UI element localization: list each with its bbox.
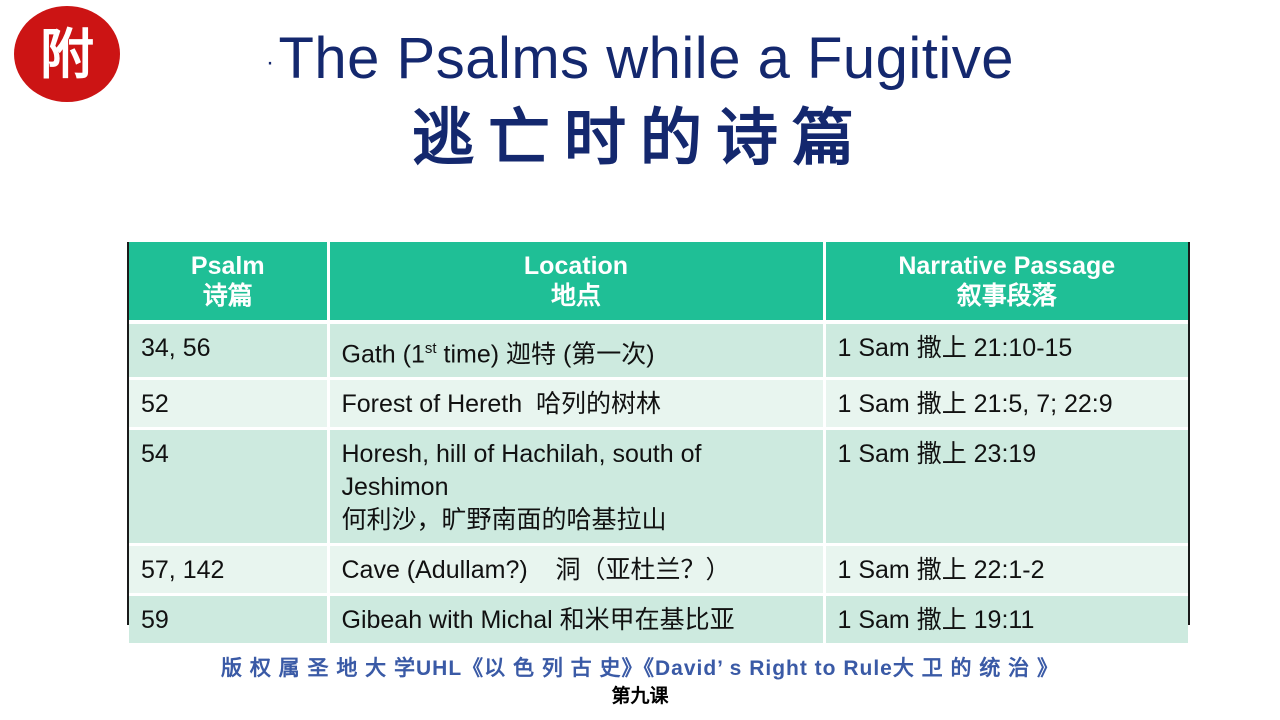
cell-location: Gath (1st time) 迦特 (第一次) — [328, 322, 826, 381]
table-row: 59 Gibeah with Michal 和米甲在基比亚 1 Sam 撒上 1… — [129, 594, 1188, 647]
cell-location: Gibeah with Michal 和米甲在基比亚 — [328, 594, 826, 647]
cell-location: Horesh, hill of Hachilah, south of Jeshi… — [328, 428, 826, 547]
column-header-location: Location 地点 — [328, 242, 826, 324]
cell-passage: 1 Sam 撒上 21:10-15 — [824, 322, 1188, 381]
table-row: 52 Forest of Hereth 哈列的树林 1 Sam 撒上 21:5,… — [129, 378, 1188, 431]
table-row: 54 Horesh, hill of Hachilah, south of Je… — [129, 428, 1188, 547]
cell-psalm: 59 — [129, 594, 330, 647]
column-header-passage: Narrative Passage 叙事段落 — [824, 242, 1188, 324]
location-line-2: Jeshimon — [341, 473, 449, 502]
title-english-line: ·The Psalms while a Fugitive — [0, 24, 1280, 98]
slide-title: ·The Psalms while a Fugitive 逃亡时的诗篇 — [0, 24, 1280, 178]
copyright-footer: 版 权 属 圣 地 大 学UHL《以 色 列 古 史》《David’ s Rig… — [220, 657, 1060, 680]
cell-passage: 1 Sam 撒上 22:1-2 — [824, 544, 1188, 597]
cell-psalm: 57, 142 — [129, 544, 330, 597]
table-row: 34, 56 Gath (1st time) 迦特 (第一次) 1 Sam 撒上… — [129, 322, 1188, 381]
cell-psalm: 34, 56 — [129, 322, 330, 381]
cell-passage: 1 Sam 撒上 19:11 — [824, 594, 1188, 647]
cell-psalm: 54 — [129, 428, 330, 547]
table-row: 57, 142 Cave (Adullam?) 洞（亚杜兰？） 1 Sam 撒上… — [129, 544, 1188, 597]
psalms-table: Psalm 诗篇 Location 地点 Narrative Passage 叙… — [129, 242, 1188, 647]
column-header-passage-en: Narrative Passage — [898, 252, 1116, 280]
column-header-passage-zh: 叙事段落 — [956, 282, 1057, 310]
column-header-psalm-zh: 诗篇 — [202, 282, 253, 310]
cell-passage: 1 Sam 撒上 21:5, 7; 22:9 — [824, 378, 1188, 431]
cell-psalm: 52 — [129, 378, 330, 431]
location-text-rest: time) 迦特 (第一次) — [436, 340, 655, 369]
column-header-psalm: Psalm 诗篇 — [129, 242, 330, 324]
title-english: The Psalms while a Fugitive — [278, 26, 1015, 91]
title-chinese: 逃亡时的诗篇 — [411, 100, 868, 174]
lesson-label: 第九课 — [611, 686, 669, 707]
table-header-row: Psalm 诗篇 Location 地点 Narrative Passage 叙… — [129, 242, 1188, 324]
column-header-psalm-en: Psalm — [190, 252, 265, 280]
location-line-3: 何利沙，旷野南面的哈基拉山 — [341, 506, 667, 535]
column-header-location-zh: 地点 — [550, 282, 601, 310]
location-text: Gath (1 — [341, 340, 425, 369]
cell-location: Forest of Hereth 哈列的树林 — [328, 378, 826, 431]
column-header-location-en: Location — [523, 252, 629, 280]
cell-passage: 1 Sam 撒上 23:19 — [824, 428, 1188, 547]
psalms-table-frame: Psalm 诗篇 Location 地点 Narrative Passage 叙… — [127, 242, 1190, 647]
location-superscript: st — [424, 340, 437, 357]
location-line-1: Horesh, hill of Hachilah, south of — [341, 440, 702, 469]
cell-location: Cave (Adullam?) 洞（亚杜兰？） — [328, 544, 826, 597]
title-bullet: · — [265, 48, 275, 76]
